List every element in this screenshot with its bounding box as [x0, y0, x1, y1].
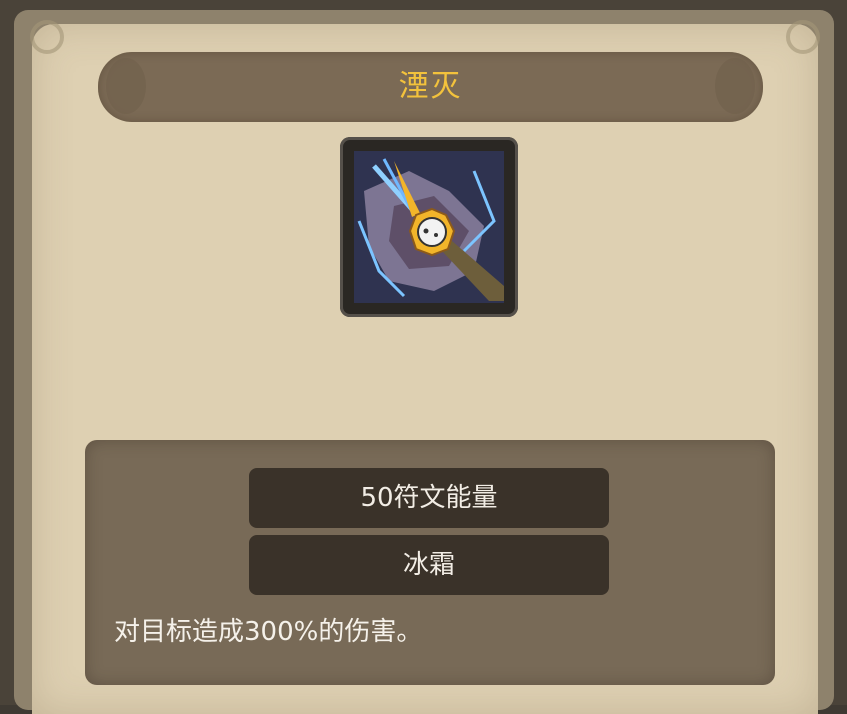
- skill-icon-frame[interactable]: [340, 137, 518, 317]
- annihilation-skill-icon: [354, 151, 504, 303]
- skill-description: 对目标造成300%的伤害。: [114, 617, 423, 647]
- tooltip-window: 湮灭 50符文能量 冰霜 对目标造成300%的伤害。: [0, 0, 847, 714]
- corner-ornament-icon: [786, 20, 820, 54]
- skill-element: 冰霜: [249, 535, 609, 595]
- skill-title: 湮灭: [398, 69, 463, 104]
- corner-ornament-icon: [30, 20, 64, 54]
- skill-cost: 50符文能量: [249, 468, 609, 528]
- title-banner: 湮灭: [98, 52, 763, 122]
